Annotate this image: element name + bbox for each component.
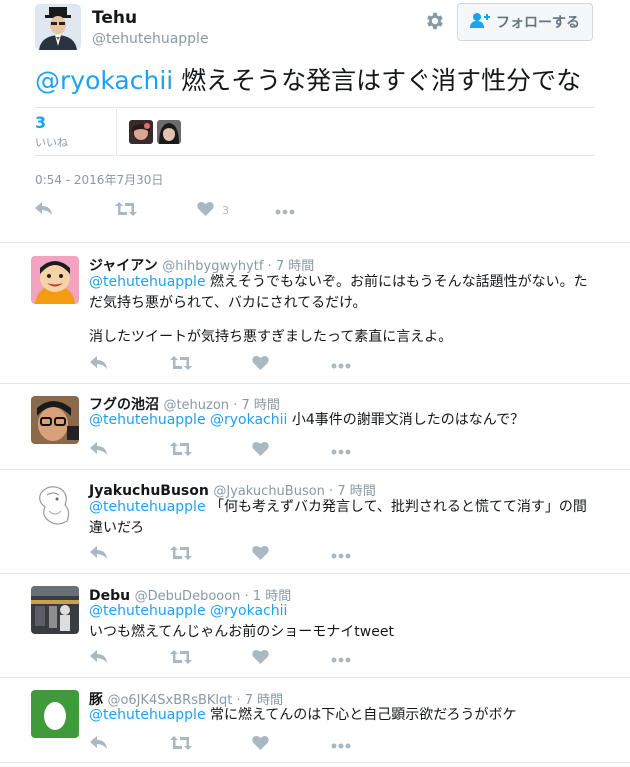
reply-button[interactable]: [90, 650, 108, 667]
reply-avatar[interactable]: [31, 256, 79, 304]
retweet-button[interactable]: [170, 736, 192, 753]
more-button[interactable]: [331, 653, 351, 666]
more-button[interactable]: [331, 739, 351, 752]
follow-button[interactable]: フォローする: [457, 3, 593, 41]
reply-avatar[interactable]: [31, 690, 79, 738]
reply-line: @tehutehuapple 燃えそうでもないぞ。お前にはもうそんな話題性がない…: [89, 272, 599, 314]
reply-icon: [90, 546, 108, 563]
more-dots-icon: [275, 205, 295, 218]
more-button[interactable]: [275, 205, 295, 218]
reply-text: @tehutehuapple @ryokachii 小4事件の謝罪文消したのはな…: [89, 410, 599, 431]
reply-icon: [90, 442, 108, 459]
reply-button[interactable]: [90, 736, 108, 753]
retweet-icon: [170, 736, 192, 753]
reply-text: @tehutehuapple @ryokachii いつも燃えてんじゃんお前のシ…: [89, 601, 599, 643]
follow-user-plus-icon: [470, 12, 490, 32]
reply-text: @tehutehuapple 「何も考えずバカ発言して、批判されると慌てて消す」…: [89, 497, 599, 539]
retweet-icon: [115, 202, 137, 219]
reply-icon: [90, 356, 108, 373]
tweet-body: 燃えそうな発言はすぐ消す性分でな: [173, 66, 582, 95]
divider: [0, 573, 630, 574]
reply-button[interactable]: [35, 202, 53, 219]
reply-mention[interactable]: @tehutehuapple: [89, 274, 206, 290]
more-dots-icon: [331, 549, 351, 562]
heart-icon: [197, 201, 214, 219]
reply-body: 常に燃えてんのは下心と自己顕示欲だろうがボケ: [205, 707, 517, 723]
heart-icon: [252, 355, 269, 373]
divider: [0, 383, 630, 384]
tweet-timestamp[interactable]: 0:54 - 2016年7月30日: [35, 171, 163, 188]
more-dots-icon: [331, 739, 351, 752]
reply-avatar[interactable]: [31, 481, 79, 529]
liker-avatar[interactable]: [157, 120, 181, 144]
heart-icon: [252, 545, 269, 563]
retweet-button[interactable]: [170, 356, 192, 373]
likes-label: いいね: [35, 136, 68, 149]
retweet-icon: [170, 650, 192, 667]
reply-line: 消したツイートが気持ち悪すぎましたって素直に言えよ。: [89, 329, 453, 345]
settings-gear-icon[interactable]: [424, 10, 446, 32]
reply-icon: [90, 736, 108, 753]
like-button[interactable]: [252, 735, 269, 753]
retweet-icon: [170, 546, 192, 563]
reply-button[interactable]: [90, 546, 108, 563]
reply-mention[interactable]: @tehutehuapple @ryokachii: [89, 412, 287, 428]
like-button[interactable]: [252, 355, 269, 373]
more-dots-icon: [331, 359, 351, 372]
reply-line: いつも燃えてんじゃんお前のショーモナイtweet: [89, 624, 394, 640]
divider: [0, 677, 630, 678]
retweet-button[interactable]: [170, 650, 192, 667]
reply-line: @tehutehuapple @ryokachii: [89, 601, 599, 622]
author-avatar[interactable]: [35, 4, 81, 50]
reply-body: 小4事件の謝罪文消したのはなんで？: [287, 412, 525, 428]
reply-avatar[interactable]: [31, 586, 79, 634]
divider: [35, 155, 594, 156]
author-handle[interactable]: @tehutehuapple: [92, 31, 209, 47]
heart-icon: [252, 441, 269, 459]
author-name[interactable]: Tehu: [92, 8, 137, 28]
heart-icon: [252, 735, 269, 753]
reply-icon: [35, 202, 53, 219]
reply-button[interactable]: [90, 442, 108, 459]
more-dots-icon: [331, 445, 351, 458]
divider: [0, 469, 630, 470]
retweet-button[interactable]: [170, 546, 192, 563]
divider: [0, 762, 630, 763]
more-button[interactable]: [331, 359, 351, 372]
more-button[interactable]: [331, 549, 351, 562]
heart-icon: [252, 649, 269, 667]
reply-icon: [90, 650, 108, 667]
liker-avatar[interactable]: [129, 120, 153, 144]
tweet-text: @ryokachii 燃えそうな発言はすぐ消す性分でな: [35, 62, 581, 100]
like-button[interactable]: [252, 545, 269, 563]
reply-line: @tehutehuapple 「何も考えずバカ発言して、批判されると慌てて消す」…: [89, 497, 599, 539]
reply-text: @tehutehuapple 燃えそうでもないぞ。お前にはもうそんな話題性がない…: [89, 272, 599, 348]
like-button[interactable]: 3: [197, 201, 229, 219]
reply-line: @tehutehuapple @ryokachii 小4事件の謝罪文消したのはな…: [89, 410, 599, 431]
like-button[interactable]: [252, 441, 269, 459]
retweet-button[interactable]: [170, 442, 192, 459]
tweet-mention[interactable]: @ryokachii: [35, 66, 173, 95]
more-dots-icon: [331, 653, 351, 666]
more-button[interactable]: [331, 445, 351, 458]
reply-avatar[interactable]: [31, 396, 79, 444]
divider: [0, 242, 630, 243]
follow-button-label: フォローする: [496, 15, 580, 31]
reply-mention[interactable]: @tehutehuapple @ryokachii: [89, 603, 287, 619]
divider: [35, 107, 594, 108]
like-count: 3: [222, 203, 229, 217]
likes-stat[interactable]: 3 いいね: [35, 113, 68, 150]
retweet-icon: [170, 442, 192, 459]
retweet-button[interactable]: [115, 202, 137, 219]
retweet-icon: [170, 356, 192, 373]
reply-mention[interactable]: @tehutehuapple: [89, 707, 206, 723]
reply-text: @tehutehuapple 常に燃えてんのは下心と自己顕示欲だろうがボケ: [89, 705, 599, 726]
divider: [116, 109, 117, 155]
reply-mention[interactable]: @tehutehuapple: [89, 499, 206, 515]
reply-button[interactable]: [90, 356, 108, 373]
likes-count: 3: [35, 113, 47, 132]
like-button[interactable]: [252, 649, 269, 667]
reply-line: @tehutehuapple 常に燃えてんのは下心と自己顕示欲だろうがボケ: [89, 705, 599, 726]
